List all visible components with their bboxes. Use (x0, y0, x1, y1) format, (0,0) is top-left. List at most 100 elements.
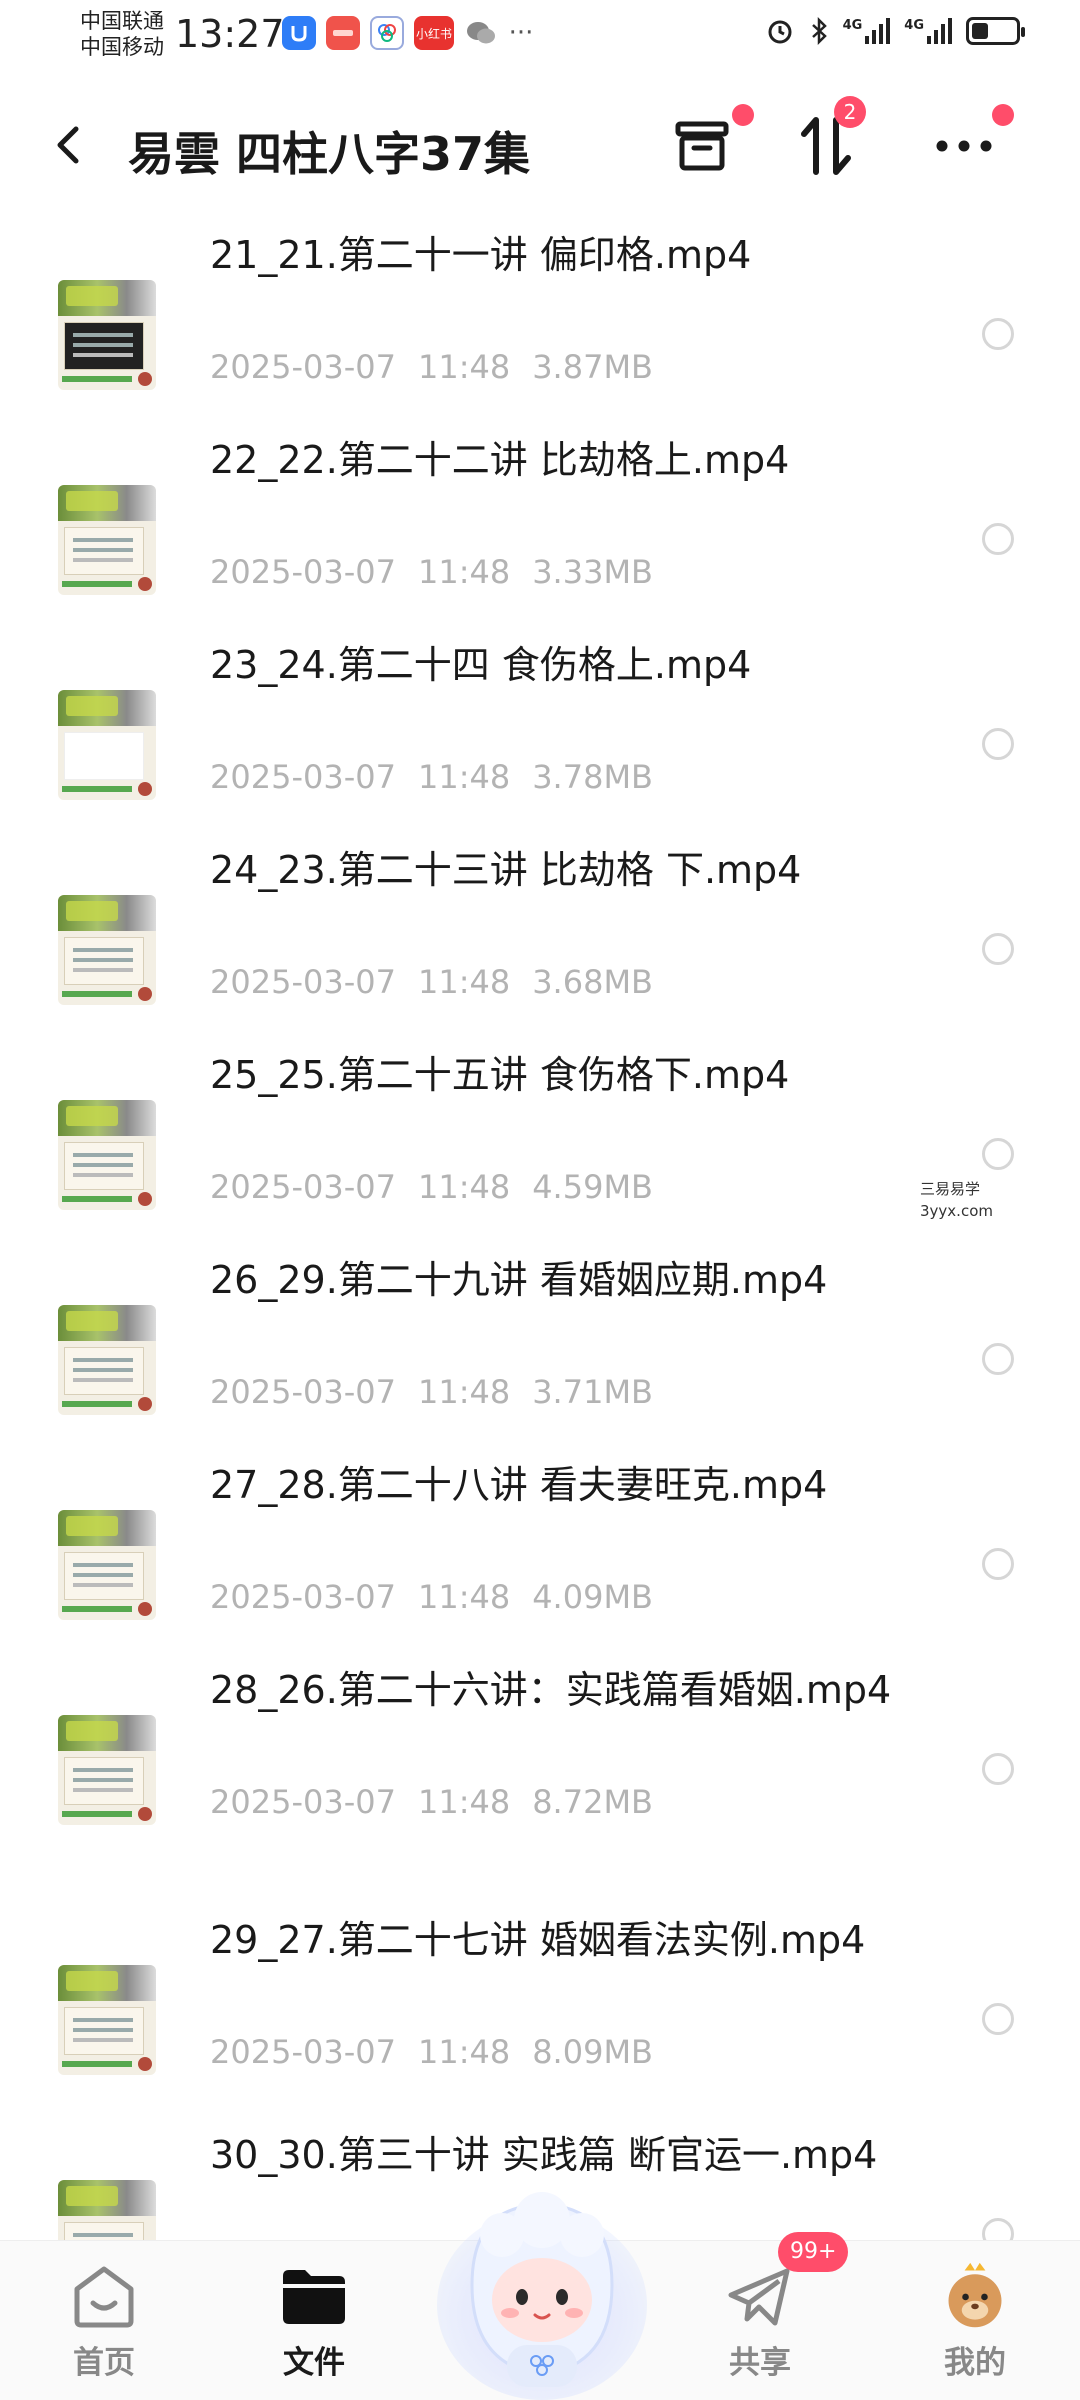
file-row[interactable]: 25_25.第二十五讲 食伤格下.mp4 2025-03-07 11:48 4.59M… (0, 1030, 1080, 1270)
file-row[interactable]: 28_26.第二十六讲：实践篇看婚姻.mp4 2025-03-07 11:48 8.7… (0, 1645, 1080, 1885)
video-thumbnail (58, 1715, 156, 1825)
alarm-icon (768, 20, 792, 44)
back-button[interactable] (48, 115, 96, 175)
file-date: 2025-03-07 (210, 553, 396, 591)
nav-files-label: 文件 (283, 2345, 345, 2381)
nav-mine[interactable]: 我的 (915, 2261, 1035, 2382)
file-size: 4.59MB (532, 1168, 653, 1206)
file-size: 3.71MB (532, 1373, 653, 1411)
home-icon (69, 2261, 139, 2331)
nav-home-label: 首页 (73, 2345, 135, 2381)
video-thumbnail (58, 1965, 156, 2075)
file-time: 11:48 (417, 1783, 511, 1821)
file-date: 2025-03-07 (210, 1373, 396, 1411)
archive-red-dot (732, 104, 754, 126)
file-meta: 2025-03-07 11:48 8.72MB (210, 1783, 653, 1821)
select-radio[interactable] (982, 1138, 1014, 1170)
file-name: 22_22.第二十二讲 比劫格上.mp4 (210, 438, 790, 482)
file-date: 2025-03-07 (210, 2033, 396, 2071)
select-radio[interactable] (982, 2003, 1014, 2035)
chevron-left-icon (57, 126, 79, 164)
file-meta: 2025-03-07 11:48 3.68MB (210, 963, 653, 1001)
paper-plane-icon (725, 2261, 795, 2331)
video-thumbnail (58, 690, 156, 800)
archive-button[interactable] (666, 104, 754, 182)
app-notification-icon (282, 16, 316, 50)
signal-icon-1: 4G (843, 18, 891, 44)
nav-share[interactable]: 共享 (700, 2261, 820, 2382)
transfer-button[interactable]: 2 (790, 96, 866, 182)
file-name: 30_30.第三十讲 实践篇 断官运一.mp4 (210, 2133, 878, 2177)
page-title: 易雲 四柱八字37集 (128, 127, 531, 181)
select-radio[interactable] (982, 1753, 1014, 1785)
watermark-line2: 3yyx.com (920, 1202, 993, 1220)
file-time: 11:48 (417, 348, 511, 386)
nav-share-label: 共享 (729, 2345, 791, 2381)
more-options-button[interactable] (928, 104, 1014, 182)
file-row[interactable]: 26_29.第二十九讲 看婚姻应期.mp4 2025-03-07 11:48 3.71… (0, 1235, 1080, 1475)
select-radio[interactable] (982, 318, 1014, 350)
select-radio[interactable] (982, 1343, 1014, 1375)
watermark: 三易易学 3yyx.com (920, 1178, 993, 1222)
shopping-app-icon (326, 16, 360, 50)
file-name: 24_23.第二十三讲 比劫格 下.mp4 (210, 848, 802, 892)
file-time: 11:48 (417, 963, 511, 1001)
file-size: 8.72MB (532, 1783, 653, 1821)
archive-icon (675, 121, 729, 171)
signal-label-1: 4G (842, 18, 863, 33)
more-notifications-icon: ··· (508, 18, 534, 48)
file-row[interactable]: 21_21.第二十一讲 偏印格.mp4 2025-03-07 11:48 3.87MB (0, 210, 1080, 450)
file-name: 28_26.第二十六讲：实践篇看婚姻.mp4 (210, 1668, 892, 1712)
clock: 13:27 (175, 12, 285, 56)
carrier-labels: 中国联通 中国移动 (80, 8, 164, 60)
share-count-badge: 99+ (778, 2232, 849, 2272)
file-row[interactable]: 23_24.第二十四 食伤格上.mp4 2025-03-07 11:48 3.78MB (0, 620, 1080, 860)
more-horizontal-icon (936, 140, 992, 152)
file-name: 26_29.第二十九讲 看婚姻应期.mp4 (210, 1258, 828, 1302)
status-bar: 中国联通 中国移动 13:27 小红书 ··· 4G 4G (0, 0, 1080, 70)
select-radio[interactable] (982, 523, 1014, 555)
ai-assistant-button[interactable] (432, 2175, 652, 2400)
file-meta: 2025-03-07 11:48 8.09MB (210, 2033, 653, 2071)
wechat-icon (464, 16, 498, 50)
nav-home[interactable]: 首页 (44, 2261, 164, 2382)
file-time: 11:48 (417, 2033, 511, 2071)
video-thumbnail (58, 895, 156, 1005)
select-radio[interactable] (982, 933, 1014, 965)
file-name: 25_25.第二十五讲 食伤格下.mp4 (210, 1053, 790, 1097)
file-meta: 2025-03-07 11:48 4.09MB (210, 1578, 653, 1616)
file-name: 27_28.第二十八讲 看夫妻旺克.mp4 (210, 1463, 828, 1507)
assistant-mascot-icon (437, 2192, 647, 2400)
file-date: 2025-03-07 (210, 963, 396, 1001)
system-icons: 4G 4G (765, 16, 1025, 46)
file-date: 2025-03-07 (210, 1168, 396, 1206)
file-row[interactable]: 24_23.第二十三讲 比劫格 下.mp4 2025-03-07 11:48 3.68… (0, 825, 1080, 1065)
file-meta: 2025-03-07 11:48 4.59MB (210, 1168, 653, 1206)
file-meta: 2025-03-07 11:48 3.71MB (210, 1373, 653, 1411)
file-row[interactable]: 29_27.第二十七讲 婚姻看法实例.mp4 2025-03-07 11:48 8.0… (0, 1895, 1080, 2135)
more-red-dot (992, 104, 1014, 126)
video-thumbnail (58, 1100, 156, 1210)
file-time: 11:48 (417, 1168, 511, 1206)
battery-icon (966, 17, 1025, 45)
avatar (940, 2261, 1010, 2331)
select-radio[interactable] (982, 728, 1014, 760)
file-date: 2025-03-07 (210, 1578, 396, 1616)
transfer-count-badge: 2 (834, 96, 866, 128)
file-size: 3.33MB (532, 553, 653, 591)
xiaohongshu-icon: 小红书 (414, 16, 454, 50)
file-time: 11:48 (417, 1373, 511, 1411)
file-meta: 2025-03-07 11:48 3.87MB (210, 348, 653, 386)
file-size: 3.68MB (532, 963, 653, 1001)
file-row[interactable]: 22_22.第二十二讲 比劫格上.mp4 2025-03-07 11:48 3.33M… (0, 415, 1080, 655)
nav-files[interactable]: 文件 (254, 2261, 374, 2382)
file-name: 23_24.第二十四 食伤格上.mp4 (210, 643, 752, 687)
select-radio[interactable] (982, 1548, 1014, 1580)
file-name: 21_21.第二十一讲 偏印格.mp4 (210, 233, 752, 277)
file-row[interactable]: 27_28.第二十八讲 看夫妻旺克.mp4 2025-03-07 11:48 4.09… (0, 1440, 1080, 1680)
file-size: 4.09MB (532, 1578, 653, 1616)
file-date: 2025-03-07 (210, 758, 396, 796)
file-time: 11:48 (417, 1578, 511, 1616)
notification-icons: 小红书 ··· (282, 16, 534, 50)
file-date: 2025-03-07 (210, 348, 396, 386)
